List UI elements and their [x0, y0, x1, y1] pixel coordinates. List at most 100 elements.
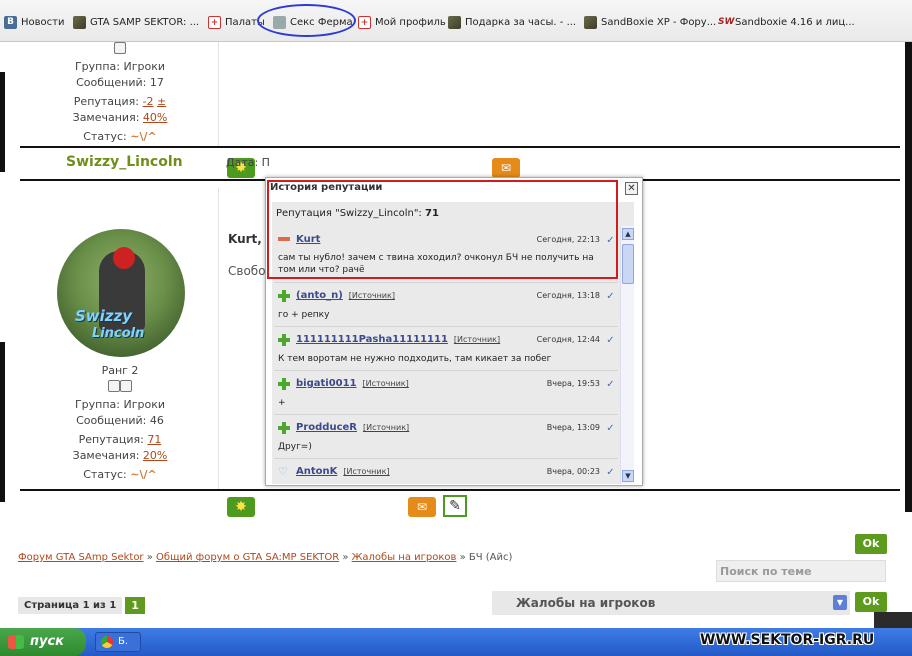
post-separator — [20, 489, 900, 491]
thumbnail-icon — [584, 15, 597, 29]
check-icon[interactable]: ✓ — [605, 291, 616, 302]
user2-status: Статус: ~\/^ — [83, 468, 157, 481]
screen: B Новости GTA SAMP SEKTOR: ... + Палаты Се… — [0, 0, 912, 656]
user1-info: Группа: Игроки Сообщений: 17 Репутация: … — [15, 42, 225, 143]
bookmark-news[interactable]: B Новости — [4, 14, 64, 30]
check-icon[interactable]: ✓ — [605, 335, 616, 346]
close-icon[interactable]: ✕ — [625, 182, 638, 195]
vk-icon: B — [4, 15, 17, 29]
topic-search-input[interactable]: Поиск по теме — [716, 560, 886, 582]
user1-warn-link[interactable]: 40% — [143, 111, 167, 124]
chevron-down-icon[interactable]: ▼ — [833, 595, 847, 610]
user2-info: Ранг 2 Группа: Игроки Сообщений: 46 Репу… — [15, 364, 225, 481]
start-button[interactable]: пуск — [0, 628, 86, 656]
status-wave-icon: ~\/^ — [130, 468, 157, 481]
entry-time: Вчера, 19:53 — [546, 379, 600, 388]
forum-jump-ok-button[interactable]: Ok — [855, 592, 887, 612]
entry-author-link[interactable]: AntonK [Источник] — [296, 466, 390, 477]
forum-jump-select[interactable]: Жалобы на игроков ▼ — [492, 591, 850, 615]
right-edge-decoration — [905, 42, 912, 512]
user2-avatar: Swizzy Lincoln — [57, 229, 185, 357]
entry-time: Вчера, 00:23 — [546, 467, 600, 476]
dialog-scrollbar[interactable]: ▲ ▼ — [620, 226, 634, 484]
reputation-entry: (anto_n) [Источник] Сегодня, 13:18 ✓ го +… — [274, 282, 618, 326]
bookmark-gta-samp[interactable]: GTA SAMP SEKTOR: ... — [73, 14, 199, 30]
page-count-label: Страница 1 из 1 — [18, 596, 123, 614]
message-button[interactable]: ✉ — [408, 497, 436, 517]
user2-warn-link[interactable]: 20% — [143, 449, 167, 462]
breadcrumb: Форум GTA SAmp Sektor » Общий форум о GT… — [18, 552, 513, 563]
source-link[interactable]: [Источник] — [363, 379, 409, 388]
entry-author-link[interactable]: ProdduceR [Источник] — [296, 422, 409, 433]
user1-warnings: Замечания: 40% — [72, 111, 168, 124]
user1-rank-box — [15, 42, 225, 57]
user2-name[interactable]: Swizzy_Lincoln — [66, 154, 183, 170]
check-icon[interactable]: ✓ — [605, 423, 616, 434]
plus-icon — [278, 378, 290, 390]
left-edge-decoration — [0, 72, 5, 172]
bookmark-sandboxie-416[interactable]: SW Sandboxie 4.16 и лиц... — [718, 14, 855, 30]
entry-time: Вчера, 13:09 — [546, 423, 600, 432]
reputation-entry: ♡ AntonK [Источник] Вчера, 00:23 ✓ — [274, 458, 618, 484]
search-ok-button[interactable]: Ok — [855, 534, 887, 554]
page-button[interactable]: 1 — [125, 596, 145, 614]
breadcrumb-link-general[interactable]: Общий форум о GTA SA:MP SEKTOR — [156, 552, 339, 563]
scroll-down-icon[interactable]: ▼ — [622, 470, 634, 482]
windows-flag-icon — [8, 635, 24, 649]
entry-time: Сегодня, 13:18 — [536, 291, 600, 300]
user1-reputation: Репутация: -2 ± — [73, 95, 167, 108]
post-separator — [20, 146, 900, 148]
user2-reputation: Репутация: 71 — [78, 433, 162, 446]
user1-group: Группа: Игроки — [74, 60, 166, 73]
red-cross-icon: + — [208, 15, 221, 29]
plus-icon — [278, 422, 290, 434]
annotation-red-box — [267, 180, 618, 279]
entry-message: го + репку — [278, 310, 330, 320]
bookmark-sandboxie-xp[interactable]: SandBoxie XP - Фору... — [584, 14, 716, 30]
edit-button[interactable]: ✎ — [443, 495, 467, 517]
chrome-icon — [101, 636, 113, 648]
user1-status: Статус: ~\/^ — [83, 130, 157, 143]
bookmark-profile[interactable]: + Мой профиль — [358, 14, 446, 30]
check-icon[interactable]: ✓ — [605, 379, 616, 390]
entry-time: Сегодня, 12:44 — [536, 335, 600, 344]
source-link[interactable]: [Источник] — [363, 423, 409, 432]
source-link[interactable]: [Источник] — [343, 467, 389, 476]
breadcrumb-current: БЧ (Айс) — [468, 552, 513, 563]
entry-message: К тем воротам не нужно подходить, там ки… — [278, 354, 552, 364]
bookmark-gift[interactable]: Подарка за часы. - ... — [448, 14, 576, 30]
entry-message: + — [278, 398, 286, 408]
entry-author-link[interactable]: (anto_n) [Источник] — [296, 290, 395, 301]
status-wave-icon: ~\/^ — [130, 130, 157, 143]
source-link[interactable]: [Источник] — [349, 291, 395, 300]
user2-rep-link[interactable]: 71 — [147, 433, 161, 446]
profile-button[interactable]: ✸ — [227, 497, 255, 517]
plus-icon — [278, 290, 290, 302]
left-edge-decoration — [0, 342, 5, 502]
breadcrumb-link-forum[interactable]: Форум GTA SAmp Sektor — [18, 552, 144, 563]
sw-icon: SW — [718, 16, 735, 27]
site-watermark: WWW.SEKTOR-IGR.RU — [700, 632, 875, 648]
message-button[interactable]: ✉ — [492, 158, 520, 178]
user1-rep-change[interactable]: ± — [157, 95, 166, 108]
pagination: Страница 1 из 1 1 — [18, 595, 145, 615]
scroll-thumb[interactable] — [622, 244, 634, 284]
reputation-entry: 111111111Pasha11111111 [Источник] Сегодня… — [274, 326, 618, 370]
taskbar-browser-item[interactable]: Б. — [95, 632, 141, 652]
user1-rep-link[interactable]: -2 — [143, 95, 154, 108]
check-icon[interactable]: ✓ — [605, 467, 616, 478]
reputation-entry: ProdduceR [Источник] Вчера, 13:09 ✓ Друг=… — [274, 414, 618, 458]
user2-warnings: Замечания: 20% — [72, 449, 168, 462]
entry-author-link[interactable]: 111111111Pasha11111111 [Источник] — [296, 334, 500, 345]
plus-icon — [278, 334, 290, 346]
post-separator — [20, 179, 270, 181]
annotation-ellipse — [257, 4, 356, 37]
scroll-up-icon[interactable]: ▲ — [622, 228, 634, 240]
red-cross-icon: + — [358, 15, 371, 29]
entry-author-link[interactable]: bigati0011 [Источник] — [296, 378, 409, 389]
source-link[interactable]: [Источник] — [454, 335, 500, 344]
user2-rank: Ранг 2 — [101, 364, 139, 377]
neutral-icon: ♡ — [278, 465, 288, 478]
bookmarks-bar: B Новости GTA SAMP SEKTOR: ... + Палаты Се… — [0, 0, 912, 42]
breadcrumb-link-complaints[interactable]: Жалобы на игроков — [352, 552, 457, 563]
